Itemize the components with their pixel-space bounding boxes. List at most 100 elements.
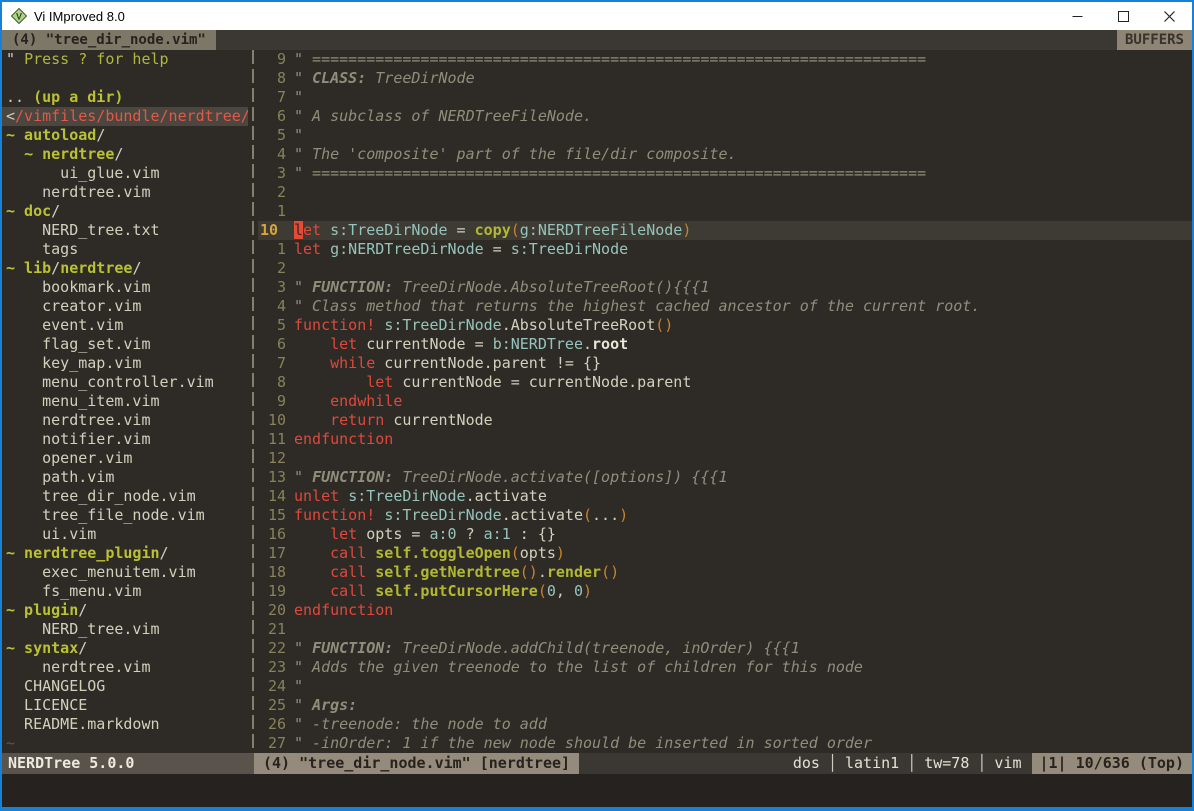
tree-row[interactable]: flag_set.vim (2, 335, 248, 354)
code-line[interactable]: 24" (258, 677, 1192, 696)
code-line[interactable]: 26" -treenode: the node to add (258, 715, 1192, 734)
tree-row[interactable]: NERD_tree.txt (2, 221, 248, 240)
code-line[interactable]: 4" The 'composite' part of the file/dir … (258, 145, 1192, 164)
tree-row[interactable]: CHANGELOG (2, 677, 248, 696)
tree-row[interactable]: path.vim (2, 468, 248, 487)
token: while (330, 354, 375, 372)
tree-row[interactable]: ~ (2, 734, 248, 753)
token: endfunction (294, 601, 393, 619)
line-number: 8 (258, 373, 286, 392)
tree-row[interactable]: nerdtree.vim (2, 658, 248, 677)
code-line[interactable]: 10 return currentNode (258, 411, 1192, 430)
code-line[interactable]: 1let g:NERDTreeDirNode = s:TreeDirNode (258, 240, 1192, 259)
tree-row[interactable]: ui_glue.vim (2, 164, 248, 183)
tree-row[interactable]: nerdtree.vim (2, 183, 248, 202)
token: NERD_tree.txt (6, 221, 160, 239)
code-line[interactable]: 18 call self.getNerdtree().render() (258, 563, 1192, 582)
code-line[interactable]: 22" FUNCTION: TreeDirNode.addChild(treen… (258, 639, 1192, 658)
code-line[interactable]: 19 call self.putCursorHere(0, 0) (258, 582, 1192, 601)
code-line[interactable]: 6" A subclass of NERDTreeFileNode. (258, 107, 1192, 126)
tree-row[interactable]: event.vim (2, 316, 248, 335)
tree-row[interactable]: fs_menu.vim (2, 582, 248, 601)
tree-row[interactable]: README.markdown (2, 715, 248, 734)
tree-row[interactable]: ~ lib/nerdtree/ (2, 259, 248, 278)
editor-panel[interactable]: 9" =====================================… (258, 50, 1192, 753)
code-text: " Adds the given treenode to the list of… (286, 658, 863, 677)
token: " -treenode: the node to add (294, 715, 547, 733)
token: , (556, 582, 574, 600)
tree-row[interactable]: LICENCE (2, 696, 248, 715)
code-line[interactable]: 17 call self.toggleOpen(opts) (258, 544, 1192, 563)
code-line[interactable]: 6 let currentNode = b:NERDTree.root (258, 335, 1192, 354)
tree-row[interactable]: bookmark.vim (2, 278, 248, 297)
token: exec_menuitem.vim (6, 563, 196, 581)
tree-row[interactable]: key_map.vim (2, 354, 248, 373)
code-text: " Args: (286, 696, 357, 715)
window-separator[interactable] (248, 50, 258, 753)
tree-row[interactable]: " Press ? for help (2, 50, 248, 69)
token (375, 316, 384, 334)
tree-row[interactable]: tags (2, 240, 248, 259)
code-line[interactable]: 3" =====================================… (258, 164, 1192, 183)
tree-row[interactable]: menu_item.vim (2, 392, 248, 411)
close-button[interactable] (1146, 2, 1192, 30)
tree-row[interactable]: ~ syntax/ (2, 639, 248, 658)
tree-row[interactable]: exec_menuitem.vim (2, 563, 248, 582)
token: let (330, 525, 357, 543)
tree-row[interactable]: nerdtree.vim (2, 411, 248, 430)
tree-row[interactable]: tree_dir_node.vim (2, 487, 248, 506)
token: TreeDirNode.addChild(treenode, inOrder) … (393, 639, 799, 657)
tree-row[interactable]: creator.vim (2, 297, 248, 316)
tree-row[interactable]: ~ doc/ (2, 202, 248, 221)
tab-active[interactable]: (4) "tree_dir_node.vim" (2, 30, 216, 50)
maximize-button[interactable] (1100, 2, 1146, 30)
code-line[interactable]: 27" -inOrder: 1 if the new node should b… (258, 734, 1192, 753)
code-text: " ======================================… (286, 164, 926, 183)
tree-row[interactable]: NERD_tree.vim (2, 620, 248, 639)
tree-root-row[interactable]: </vimfiles/bundle/nerdtree/ (2, 107, 248, 126)
tree-row[interactable]: notifier.vim (2, 430, 248, 449)
code-line[interactable]: 1 (258, 202, 1192, 221)
code-line[interactable]: 8 let currentNode = currentNode.parent (258, 373, 1192, 392)
tab-line: (4) "tree_dir_node.vim" BUFFERS (2, 30, 1192, 50)
code-line[interactable]: 20endfunction (258, 601, 1192, 620)
tree-row[interactable]: ui.vim (2, 525, 248, 544)
code-line[interactable]: 12 (258, 449, 1192, 468)
code-line[interactable]: 11endfunction (258, 430, 1192, 449)
code-line[interactable]: 2 (258, 183, 1192, 202)
command-line[interactable] (2, 774, 1192, 807)
code-line[interactable]: 16 let opts = a:0 ? a:1 : {} (258, 525, 1192, 544)
code-line[interactable]: 2 (258, 259, 1192, 278)
tree-row[interactable]: ~ nerdtree/ (2, 145, 248, 164)
code-line[interactable]: 4" Class method that returns the highest… (258, 297, 1192, 316)
tree-row[interactable] (2, 69, 248, 88)
token: ~ lib (6, 259, 51, 277)
tree-row[interactable]: .. (up a dir) (2, 88, 248, 107)
code-line[interactable]: 5function! s:TreeDirNode.AbsoluteTreeRoo… (258, 316, 1192, 335)
tree-row[interactable]: ~ nerdtree_plugin/ (2, 544, 248, 563)
code-line[interactable]: 15function! s:TreeDirNode.activate(...) (258, 506, 1192, 525)
tree-row[interactable]: menu_controller.vim (2, 373, 248, 392)
code-line[interactable]: 25" Args: (258, 696, 1192, 715)
tree-row[interactable]: ~ plugin/ (2, 601, 248, 620)
code-line[interactable]: 21 (258, 620, 1192, 639)
code-line[interactable]: 3" FUNCTION: TreeDirNode.AbsoluteTreeRoo… (258, 278, 1192, 297)
code-line[interactable]: 5" (258, 126, 1192, 145)
tree-row[interactable]: tree_file_node.vim (2, 506, 248, 525)
code-line[interactable]: 8" CLASS: TreeDirNode (258, 69, 1192, 88)
token: " A subclass of NERDTreeFileNode. (294, 107, 592, 125)
code-line[interactable]: 9" =====================================… (258, 50, 1192, 69)
code-line[interactable]: 10let s:TreeDirNode = copy(g:NERDTreeFil… (258, 221, 1192, 240)
token (339, 487, 348, 505)
code-line[interactable]: 23" Adds the given treenode to the list … (258, 658, 1192, 677)
minimize-button[interactable] (1054, 2, 1100, 30)
tree-row[interactable]: ~ autoload/ (2, 126, 248, 145)
code-line[interactable]: 7 while currentNode.parent != {} (258, 354, 1192, 373)
token: menu_item.vim (6, 392, 160, 410)
code-line[interactable]: 13" FUNCTION: TreeDirNode.activate([opti… (258, 468, 1192, 487)
code-line[interactable]: 14unlet s:TreeDirNode.activate (258, 487, 1192, 506)
status-line: NERDTree 5.0.0 (4) "tree_dir_node.vim" [… (2, 753, 1192, 774)
code-line[interactable]: 9 endwhile (258, 392, 1192, 411)
tree-row[interactable]: opener.vim (2, 449, 248, 468)
code-line[interactable]: 7" (258, 88, 1192, 107)
